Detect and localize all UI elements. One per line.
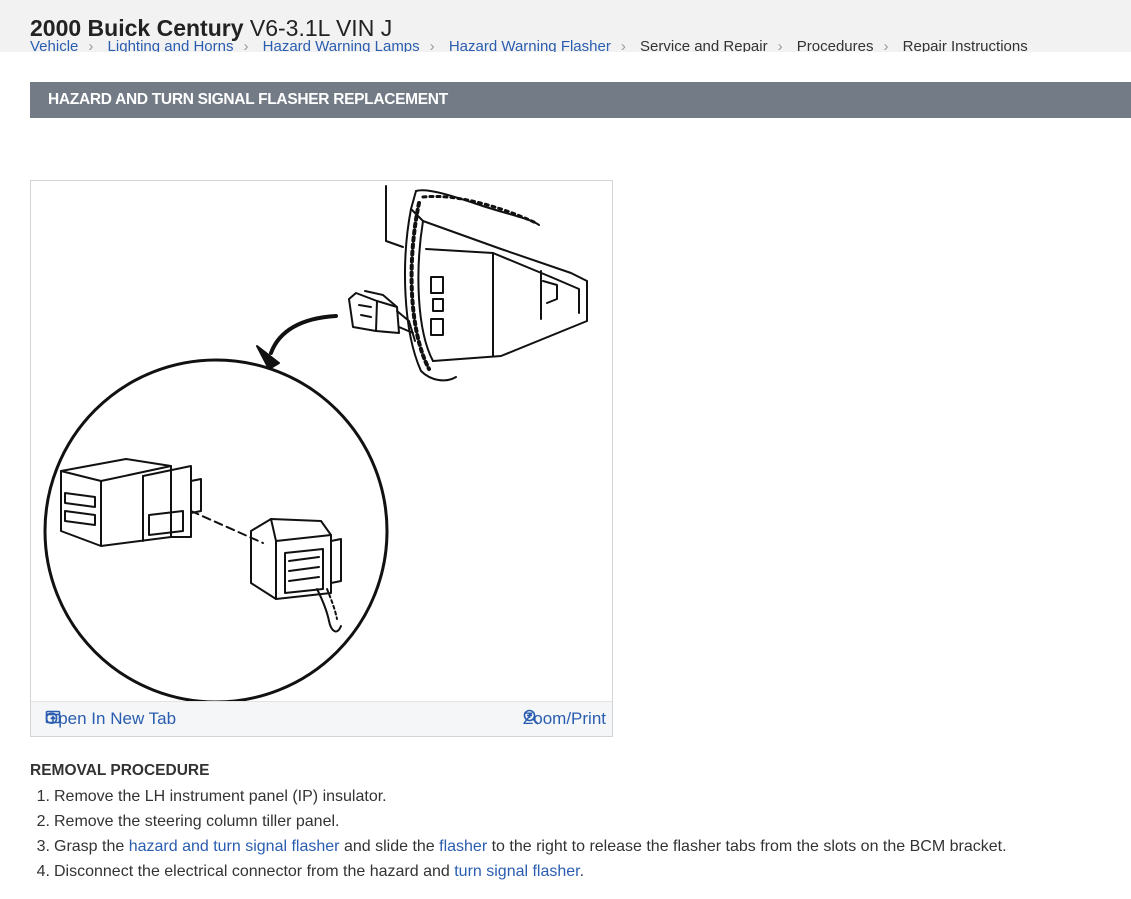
procedure-title: REMOVAL PROCEDURE: [30, 762, 210, 779]
procedure-steps: 1. Remove the LH instrument panel (IP) in…: [30, 786, 1130, 886]
vehicle-engine: V6-3.1L VIN J: [249, 15, 393, 41]
step-text: and slide the: [339, 838, 440, 855]
breadcrumb-item[interactable]: Hazard Warning Lamps: [263, 38, 420, 52]
glossary-link[interactable]: flasher: [439, 838, 487, 855]
flasher-enlarged: [60, 458, 202, 547]
diagram-figure: Open In New Tab Zoom/Print: [30, 180, 613, 737]
open-in-new-tab-link[interactable]: Open In New Tab: [45, 709, 176, 729]
detail-circle: [43, 358, 389, 701]
step-text: Remove the steering column tiller panel.: [54, 813, 340, 830]
breadcrumb-item[interactable]: Hazard Warning Flasher: [449, 38, 611, 52]
section-header: HAZARD AND TURN SIGNAL FLASHER REPLACEME…: [30, 82, 1131, 118]
open-in-new-tab-icon: [45, 710, 61, 724]
flasher-diagram: [43, 185, 588, 701]
procedure-step: 2. Remove the steering column tiller pane…: [30, 811, 1130, 836]
breadcrumb-item[interactable]: Lighting and Horns: [108, 38, 234, 52]
figure-toolbar: Open In New Tab Zoom/Print: [31, 701, 612, 736]
vehicle-make: 2000 Buick Century: [30, 15, 244, 41]
procedure-step: 3. Grasp the hazard and turn signal flash…: [30, 836, 1130, 861]
glossary-link[interactable]: hazard and turn signal flasher: [129, 838, 340, 855]
glossary-link[interactable]: turn signal flasher: [454, 863, 579, 880]
step-number: 3.: [36, 838, 50, 855]
connector-enlarged: [250, 518, 342, 633]
zoom-print-link[interactable]: Zoom/Print: [523, 709, 606, 729]
zoom-in-icon: [523, 709, 539, 725]
procedure-step: 1. Remove the LH instrument panel (IP) in…: [30, 786, 1130, 811]
step-text: Disconnect the electrical connector from…: [54, 863, 455, 880]
breadcrumb: Vehicle › Lighting and Horns › Hazard Warn…: [30, 38, 1028, 53]
removal-procedure: REMOVAL PROCEDURE 1. Remove the LH instru…: [30, 762, 1130, 886]
breadcrumb-item[interactable]: Repair Instructions: [903, 38, 1028, 52]
breadcrumb-item[interactable]: Service and Repair: [640, 38, 768, 52]
alignment-line: [190, 510, 264, 544]
open-in-new-tab-label: Open In New Tab: [45, 709, 177, 728]
step-text: Grasp the: [54, 838, 129, 855]
breadcrumb-mask: [0, 52, 1131, 66]
step-text: to the right to release the flasher tabs…: [487, 838, 1007, 855]
step-number: 1.: [36, 788, 50, 805]
step-number: 4.: [36, 863, 50, 880]
curved-arrow: [269, 314, 338, 355]
step-number: 2.: [36, 813, 50, 830]
bcm-bracket: [385, 185, 588, 382]
step-text: .: [579, 863, 585, 880]
breadcrumb-item[interactable]: Vehicle: [30, 38, 78, 52]
procedure-step: 4. Disconnect the electrical connector fr…: [30, 861, 1130, 886]
vehicle-title: 2000 Buick Century V6-3.1L VIN J: [30, 15, 392, 42]
vehicle-header: 2000 Buick Century V6-3.1L VIN J Vehicle…: [0, 0, 1131, 53]
step-text: Remove the LH instrument panel (IP) insu…: [54, 788, 387, 805]
breadcrumb-item[interactable]: Procedures: [797, 38, 874, 52]
